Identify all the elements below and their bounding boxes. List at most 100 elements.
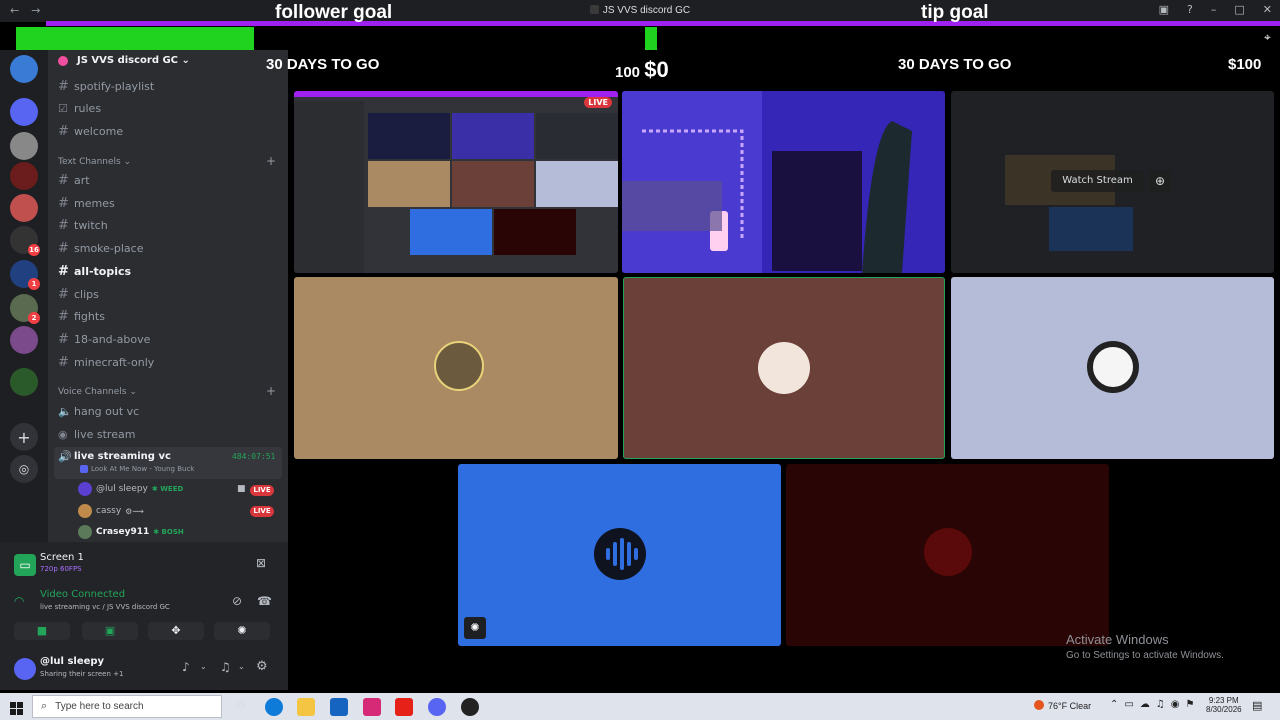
soundboard-button[interactable]: ✺: [214, 622, 270, 640]
mini-tile: [410, 209, 492, 255]
goal-accent-line: [46, 21, 1280, 26]
channel-label: live streaming vc: [74, 450, 171, 462]
stream-preview-tile[interactable]: Watch Stream ⊕: [951, 91, 1274, 273]
mini-tile: [368, 113, 450, 159]
voice-user[interactable]: cassy ⚙⟿: [78, 502, 144, 520]
noise-suppression-icon[interactable]: ⊘: [232, 594, 242, 608]
voice-channels-category[interactable]: Voice Channels ⌄: [58, 387, 137, 397]
live-badge: LIVE: [584, 97, 612, 108]
pin-icon[interactable]: ⌖: [1264, 30, 1271, 45]
connection-status[interactable]: Video Connected: [40, 589, 125, 600]
channel-spotify-playlist[interactable]: # spotify-playlist: [58, 77, 280, 95]
inbox-icon[interactable]: ▣: [1159, 3, 1169, 16]
user-avatar[interactable]: [14, 658, 36, 680]
store-icon[interactable]: [330, 698, 348, 716]
voice-user-name: @lul sleepy: [96, 484, 148, 494]
mini-tile: [452, 113, 534, 159]
system-tray-icons[interactable]: ⌃▭☁♫◉⚑: [1110, 699, 1200, 710]
chevron-down-icon[interactable]: ⌄: [200, 662, 207, 671]
watch-stream-button[interactable]: Watch Stream: [1051, 170, 1144, 192]
microphone-icon[interactable]: ♪: [182, 660, 190, 674]
edge-browser-icon[interactable]: [265, 698, 283, 716]
text-channels-category[interactable]: Text Channels ⌄: [58, 157, 131, 167]
activities-button[interactable]: ✥: [148, 622, 204, 640]
voice-user[interactable]: Crasey911 ✱ BOSH: [78, 523, 184, 541]
participant-tile[interactable]: [786, 464, 1109, 646]
maximize-icon[interactable]: □: [1234, 3, 1244, 16]
participant-tile[interactable]: [294, 277, 618, 459]
participant-tile[interactable]: ✺: [458, 464, 781, 646]
channel-label: welcome: [74, 124, 124, 138]
minimize-icon[interactable]: –: [1211, 3, 1217, 16]
blurred-preview: [1049, 207, 1133, 251]
user-badge-icon: ⚙⟿: [125, 506, 144, 516]
screen-share-tile[interactable]: LIVE: [294, 91, 618, 273]
screen-share-icon: ▭: [14, 554, 36, 576]
channel-label: all-topics: [74, 264, 132, 278]
channel-art[interactable]: # art: [58, 171, 280, 189]
taskbar-clock[interactable]: 9:23 PM 8/30/2026: [1206, 696, 1242, 714]
headphones-icon[interactable]: ♫: [220, 660, 231, 674]
category-label: Text Channels: [58, 157, 121, 167]
user-role-tag: ✱ BOSH: [153, 528, 184, 536]
chevron-down-icon[interactable]: ⌄: [238, 662, 245, 671]
voice-channel-live-stream[interactable]: ◉ live stream: [58, 425, 280, 443]
camera-stream-tile[interactable]: [622, 91, 945, 273]
channel-smoke-place[interactable]: # smoke-place: [58, 239, 280, 257]
live-badge: LIVE: [250, 506, 274, 517]
screen-share-button[interactable]: ▣: [82, 622, 138, 640]
stop-stream-icon[interactable]: ⊠: [256, 556, 266, 570]
file-explorer-icon[interactable]: [297, 698, 315, 716]
camera-button[interactable]: ■: [14, 622, 70, 640]
instagram-icon[interactable]: [363, 698, 381, 716]
voice-user-name: Crasey911: [96, 527, 150, 537]
server-header[interactable]: JS VVS discord GC ⌄: [77, 55, 190, 66]
help-icon[interactable]: ?: [1187, 3, 1193, 16]
server-icon[interactable]: [10, 132, 38, 160]
server-icon[interactable]: [10, 162, 38, 190]
server-icon[interactable]: [10, 194, 38, 222]
disconnect-icon[interactable]: ☎: [257, 594, 272, 608]
channel-all-topics[interactable]: # all-topics: [58, 262, 280, 280]
channel-twitch[interactable]: # twitch: [58, 216, 280, 234]
server-icon[interactable]: [10, 326, 38, 354]
server-icon[interactable]: [10, 98, 38, 126]
channel-memes[interactable]: # memes: [58, 194, 280, 212]
notifications-icon[interactable]: ▤: [1252, 699, 1262, 712]
close-icon[interactable]: ✕: [1263, 3, 1272, 16]
obs-taskbar-icon[interactable]: [461, 698, 479, 716]
server-icon[interactable]: [10, 55, 38, 83]
channel-fights[interactable]: # fights: [58, 307, 280, 325]
task-view-icon[interactable]: ⧉: [232, 698, 250, 716]
hash-icon: #: [58, 123, 69, 139]
channel-rules[interactable]: ☑ rules: [58, 99, 280, 117]
create-text-channel-icon[interactable]: +: [266, 154, 276, 168]
live-badge: LIVE: [250, 485, 274, 496]
discord-taskbar-icon[interactable]: [428, 698, 446, 716]
participant-tile[interactable]: [951, 277, 1274, 459]
soundboard-icon[interactable]: ✺: [464, 617, 486, 639]
voice-user[interactable]: @lul sleepy ✱ WEED: [78, 480, 183, 498]
voice-channel-hang-out[interactable]: 🔈 hang out vc: [58, 402, 280, 420]
channel-clips[interactable]: # clips: [58, 285, 280, 303]
hash-icon: #: [58, 354, 69, 370]
user-name[interactable]: @lul sleepy: [40, 656, 104, 667]
mini-sidebar: [294, 101, 364, 273]
taskbar-search-box[interactable]: ⌕ Type here to search: [32, 695, 222, 718]
tip-goal-label: tip goal: [921, 2, 989, 23]
hash-icon: #: [58, 263, 69, 279]
weather-text[interactable]: 76°F Clear: [1048, 701, 1091, 711]
settings-gear-icon[interactable]: ⚙: [256, 659, 268, 674]
channel-welcome[interactable]: # welcome: [58, 122, 280, 140]
connection-location[interactable]: live streaming vc / JS VVS discord GC: [40, 603, 170, 611]
channel-minecraft-only[interactable]: # minecraft-only: [58, 353, 280, 371]
server-icon[interactable]: [10, 368, 38, 396]
windows-start-icon[interactable]: [10, 700, 23, 715]
discover-icon[interactable]: ◎: [10, 455, 38, 483]
popout-stream-icon[interactable]: ⊕: [1149, 170, 1171, 192]
channel-18-and-above[interactable]: #18-and-above: [58, 330, 280, 348]
add-server-icon[interactable]: +: [10, 423, 38, 451]
create-voice-channel-icon[interactable]: +: [266, 384, 276, 398]
youtube-icon[interactable]: [395, 698, 413, 716]
participant-tile-speaking[interactable]: [623, 277, 945, 459]
